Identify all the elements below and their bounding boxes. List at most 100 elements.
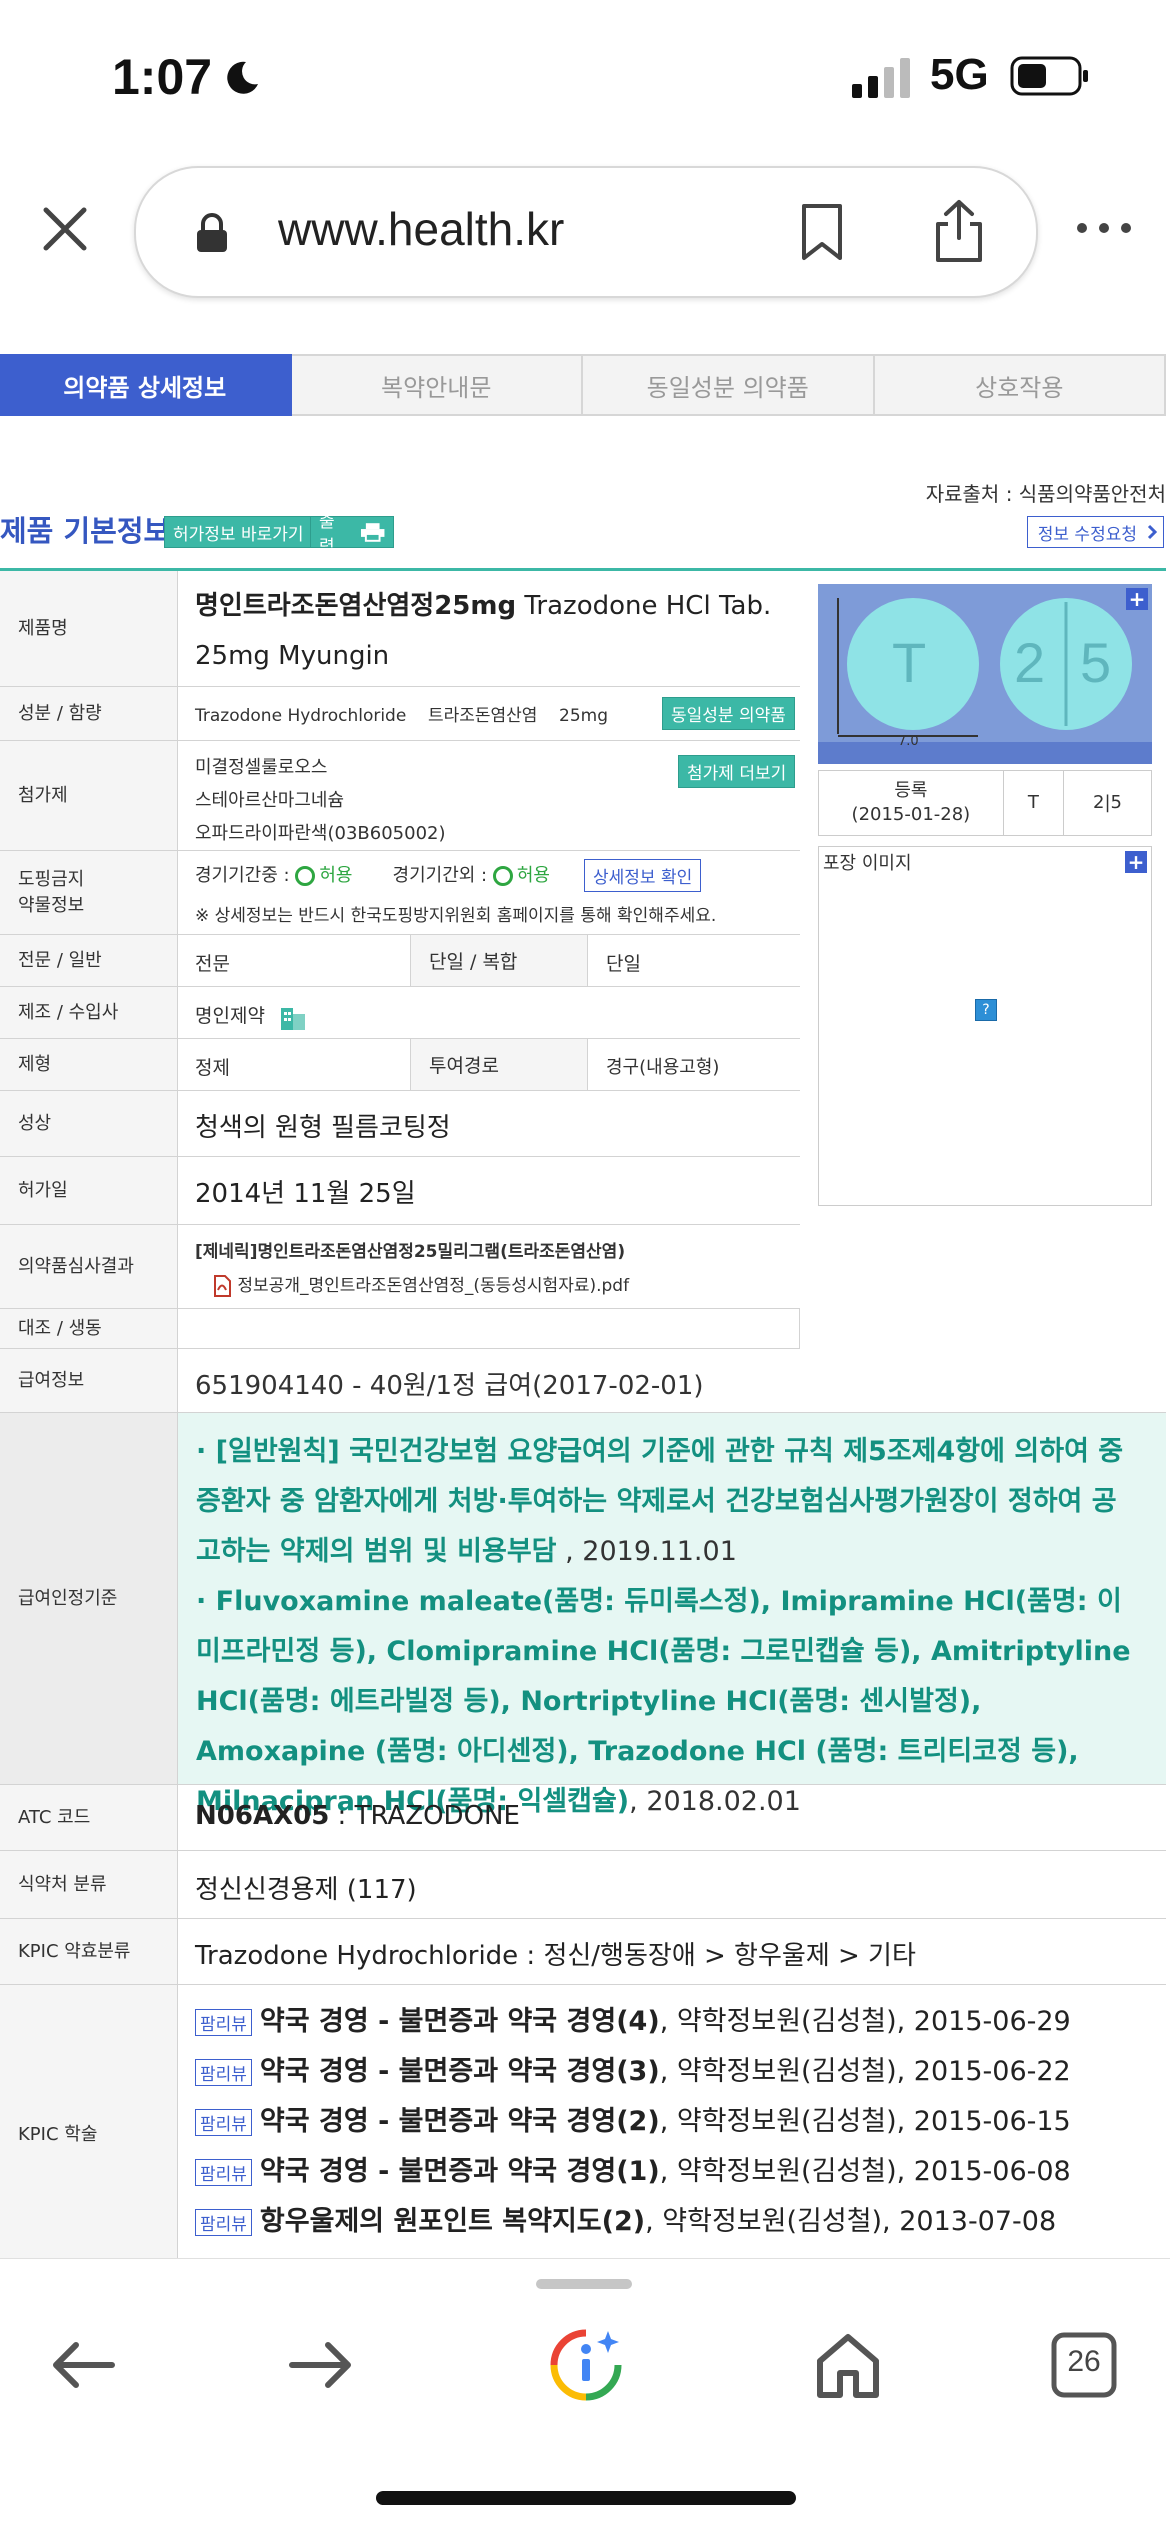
shape-value: 청색의 원형 필름코팅정 — [195, 1113, 451, 1143]
pdf-icon — [214, 1275, 231, 1297]
kpic-article[interactable]: 팜리뷰 약국 경영 - 불면증과 약국 경영(2), 약학정보원(김성철), 20… — [195, 2099, 1071, 2138]
print-label: 출력 — [319, 512, 335, 557]
doping-detail-button[interactable]: 상세정보 확인 — [584, 859, 702, 892]
tab-medication-guide[interactable]: 복약안내문 — [291, 354, 583, 416]
google-lens-icon[interactable] — [546, 2325, 626, 2405]
label-atc: ATC 코드 — [0, 1785, 178, 1850]
product-name: 명인트라조돈염산염정25mg Trazodone HCl Tab. 25mg M… — [195, 581, 795, 681]
kpic-badge: 팜리뷰 — [195, 2109, 252, 2136]
label-shape: 성상 — [0, 1091, 178, 1156]
row-additives: 첨가제 미결정셀룰로오스 스테아르산마그네슘 오파드라이파란색(03B60500… — [0, 741, 800, 851]
label-mfds: 식약처 분류 — [0, 1851, 178, 1918]
review-file-name: 정보공개_명인트라조돈염산염정_(동등성시험자료).pdf — [237, 1276, 630, 1296]
edit-request-label: 정보 수정요청 — [1037, 524, 1137, 545]
package-label: 포장 이미지 — [823, 853, 912, 874]
tab-count: 26 — [1067, 2345, 1101, 2378]
package-image-box: 포장 이미지 + ? — [818, 846, 1152, 1206]
data-source: 자료출처 : 식품의약품안전처 — [925, 482, 1166, 506]
pill-back-mark-right: 5 — [1080, 631, 1112, 694]
row-criteria: 급여인정기준 · [일반원칙] 국민건강보험 요양급여의 기준에 관한 규칙 제… — [0, 1413, 1166, 1817]
row-product-name: 제품명 명인트라조돈염산염정25mg Trazodone HCl Tab. 25… — [0, 571, 800, 687]
drag-handle[interactable] — [536, 2279, 632, 2289]
label-control: 대조 / 생동 — [0, 1309, 178, 1348]
address-bar[interactable]: www.health.kr — [134, 166, 1038, 298]
label-review: 의약품심사결과 — [0, 1225, 178, 1308]
home-icon[interactable] — [808, 2325, 888, 2405]
additive-item: 미결정셀룰로오스 — [195, 757, 328, 778]
kpic-article-meta: , 약학정보원(김성철), 2015-06-29 — [659, 2006, 1071, 2037]
building-icon — [280, 1007, 305, 1030]
doping-out-label: 경기기간외 : — [392, 865, 488, 886]
detail-tabs: 의약품 상세정보 복약안내문 동일성분 의약품 상호작용 — [0, 354, 1166, 416]
maker[interactable]: 명인제약 — [195, 1001, 307, 1030]
edit-request-button[interactable]: 정보 수정요청 — [1026, 516, 1164, 548]
kpic-article-meta: , 약학정보원(김성철), 2013-07-08 — [645, 2206, 1057, 2237]
label-single: 단일 / 복합 — [410, 935, 588, 986]
allowed-circle-icon — [295, 866, 316, 886]
tab-switcher-button[interactable]: 26 — [1044, 2325, 1124, 2405]
reg-date: (2015-01-28) — [851, 804, 971, 825]
browser-bottom-bar: 26 — [0, 2258, 1170, 2533]
kpic-article[interactable]: 팜리뷰 약국 경영 - 불면증과 약국 경영(3), 약학정보원(김성철), 20… — [195, 2049, 1071, 2088]
kpic-article-meta: , 약학정보원(김성철), 2015-06-22 — [659, 2056, 1071, 2087]
label-doping-2: 약물정보 — [18, 894, 85, 916]
category-value: 전문 — [195, 953, 230, 975]
label-kpic-class: KPIC 약효분류 — [0, 1919, 178, 1984]
home-indicator — [376, 2491, 796, 2505]
kpic-article[interactable]: 팜리뷰 항우울제의 원포인트 복약지도(2), 약학정보원(김성철), 2013-… — [195, 2199, 1056, 2238]
row-ingredient: 성분 / 함량 Trazodone Hydrochloride 트라조돈염산염 … — [0, 687, 800, 741]
reg-label: 등록 — [894, 780, 928, 801]
doping-in-value: 허용 — [319, 865, 353, 886]
review-title: [제네릭]명인트라조돈염산염정25밀리그램(트라조돈염산염) — [195, 1242, 626, 1262]
label-maker: 제조 / 수입사 — [0, 987, 178, 1038]
permit-info-button[interactable]: 허가정보 바로가기 — [164, 516, 313, 548]
printer-icon — [360, 523, 385, 542]
bookmark-icon[interactable] — [796, 202, 848, 262]
kpic-badge: 팜리뷰 — [195, 2059, 252, 2086]
expand-pill-image-icon[interactable]: + — [1126, 588, 1148, 610]
expand-package-image-icon[interactable]: + — [1125, 851, 1147, 873]
row-kpic-academic: KPIC 학술 팜리뷰 약국 경영 - 불면증과 약국 경영(4), 약학정보원(… — [0, 1985, 1166, 2285]
signal-icon — [852, 58, 910, 98]
criteria-2-text: · Fluvoxamine maleate(품명: 듀미록스정), Imipra… — [196, 1586, 1131, 1817]
url-text[interactable]: www.health.kr — [278, 202, 564, 256]
route-value: 경구(내용고형) — [606, 1057, 720, 1078]
forward-arrow-icon[interactable] — [280, 2325, 360, 2405]
kpic-article-title: 약국 경영 - 불면증과 약국 경영(1) — [259, 2156, 660, 2187]
kpic-article[interactable]: 팜리뷰 약국 경영 - 불면증과 약국 경영(4), 약학정보원(김성철), 20… — [195, 1999, 1071, 2038]
close-icon[interactable] — [34, 198, 96, 260]
product-info-table: 제품명 명인트라조돈염산염정25mg Trazodone HCl Tab. 25… — [0, 568, 1166, 2285]
kpic-article[interactable]: 팜리뷰 약국 경영 - 불면증과 약국 경영(1), 약학정보원(김성철), 20… — [195, 2149, 1071, 2188]
label-doping-1: 도핑금지 — [18, 868, 85, 890]
print-button[interactable]: 출력 — [310, 512, 394, 557]
back-arrow-icon[interactable] — [44, 2325, 124, 2405]
same-ingredient-button[interactable]: 동일성분 의약품 — [662, 697, 795, 730]
atc-value: N06AX05 : TRAZODONE — [195, 1801, 520, 1831]
additive-more-button[interactable]: 첨가제 더보기 — [678, 755, 796, 788]
label-criteria: 급여인정기준 — [0, 1413, 178, 1784]
permit-date-value: 2014년 11월 25일 — [195, 1179, 416, 1209]
row-maker: 제조 / 수입사 명인제약 — [0, 987, 800, 1039]
label-permit-date: 허가일 — [0, 1157, 178, 1224]
tab-interactions[interactable]: 상호작용 — [874, 354, 1166, 416]
criteria-1-date: , 2019.11.01 — [556, 1536, 737, 1567]
tab-detail-info[interactable]: 의약품 상세정보 — [0, 354, 292, 416]
tab-same-ingredient[interactable]: 동일성분 의약품 — [583, 354, 875, 416]
doping-out-value: 허용 — [516, 865, 550, 886]
more-icon[interactable] — [1074, 218, 1134, 238]
review-file-link[interactable]: 정보공개_명인트라조돈염산염정_(동등성시험자료).pdf — [212, 1271, 629, 1297]
label-route: 투여경로 — [410, 1039, 588, 1090]
additive-item: 스테아르산마그네슘 — [195, 790, 345, 811]
row-kpic-class: KPIC 약효분류 Trazodone Hydrochloride : 정신/행… — [0, 1919, 1166, 1985]
kpic-article-title: 약국 경영 - 불면증과 약국 경영(3) — [259, 2056, 660, 2087]
product-name-en-2: 25mg Myungin — [195, 641, 390, 671]
doping-note: ※ 상세정보는 반드시 한국도핑방지위원회 홈페이지를 통해 확인해주세요. — [195, 906, 717, 926]
label-additives: 첨가제 — [0, 741, 178, 850]
single-value: 단일 — [606, 953, 641, 975]
missing-image-icon: ? — [975, 999, 997, 1021]
pill-image[interactable]: T 2 5 7.0 + — [818, 584, 1152, 764]
kpic-article-title: 항우울제의 원포인트 복약지도(2) — [259, 2206, 646, 2237]
mark-back: 2|5 — [1093, 792, 1122, 813]
share-icon[interactable] — [932, 198, 986, 264]
kpic-article-title: 약국 경영 - 불면증과 약국 경영(4) — [259, 2006, 660, 2037]
